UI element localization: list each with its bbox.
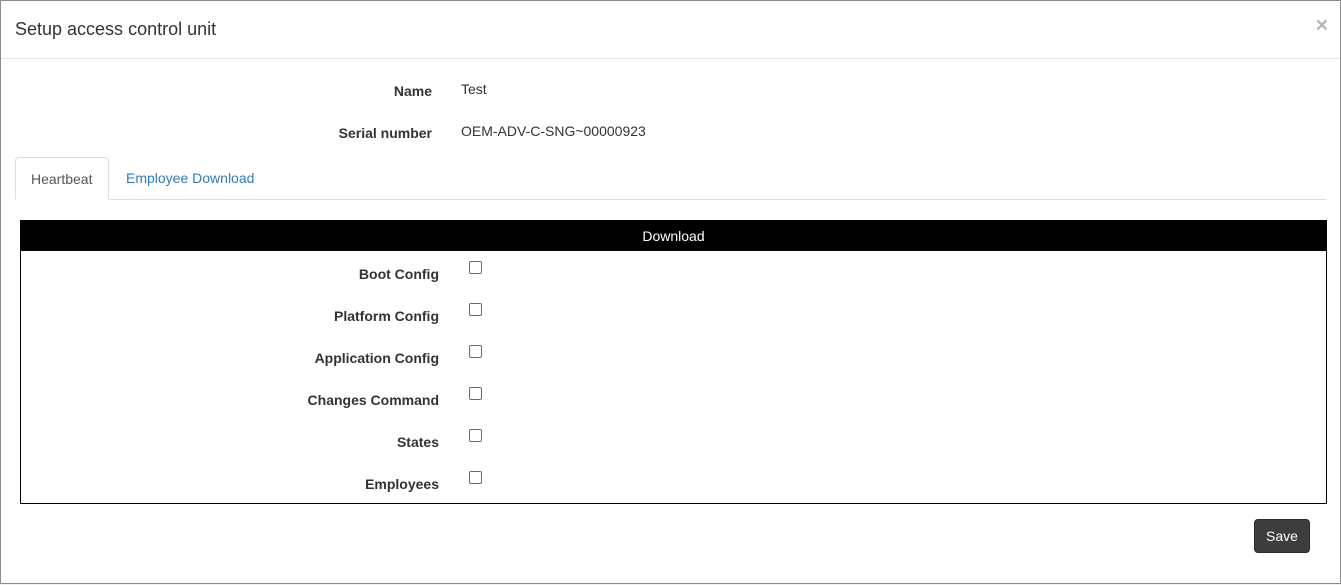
boot-config-row: Boot Config — [21, 257, 1326, 282]
application-config-label: Application Config — [314, 350, 439, 366]
name-row: Name Test — [1, 81, 1340, 103]
changes-command-row: Changes Command — [21, 383, 1326, 408]
setup-modal: Setup access control unit × Name Test Se… — [0, 0, 1341, 584]
states-checkbox[interactable] — [469, 429, 482, 442]
states-row: States — [21, 425, 1326, 450]
boot-config-label: Boot Config — [358, 266, 439, 282]
employees-label: Employees — [365, 476, 439, 492]
modal-title: Setup access control unit — [15, 19, 217, 39]
download-panel-header: Download — [21, 221, 1326, 251]
close-icon[interactable]: × — [1316, 15, 1328, 36]
application-config-checkbox[interactable] — [469, 345, 482, 358]
name-value: Test — [461, 81, 487, 97]
serial-number-value: OEM-ADV-C-SNG~00000923 — [461, 123, 646, 139]
name-label: Name — [393, 83, 432, 99]
boot-config-checkbox[interactable] — [469, 261, 482, 274]
changes-command-label: Changes Command — [307, 392, 439, 408]
changes-command-checkbox[interactable] — [469, 387, 482, 400]
download-panel: Download Boot Config Platform Config App… — [20, 220, 1327, 504]
tab-employee-download[interactable]: Employee Download — [111, 157, 269, 199]
employees-row: Employees — [21, 467, 1326, 492]
serial-row: Serial number OEM-ADV-C-SNG~00000923 — [1, 123, 1340, 145]
serial-number-label: Serial number — [338, 125, 432, 141]
modal-header: Setup access control unit × — [1, 1, 1340, 59]
platform-config-row: Platform Config — [21, 299, 1326, 324]
platform-config-label: Platform Config — [334, 308, 439, 324]
application-config-row: Application Config — [21, 341, 1326, 366]
states-label: States — [396, 434, 439, 450]
save-button[interactable]: Save — [1254, 519, 1310, 553]
platform-config-checkbox[interactable] — [469, 303, 482, 316]
employees-checkbox[interactable] — [469, 471, 482, 484]
tab-heartbeat[interactable]: Heartbeat — [15, 157, 109, 200]
tab-bar: Heartbeat Employee Download — [15, 157, 1326, 200]
